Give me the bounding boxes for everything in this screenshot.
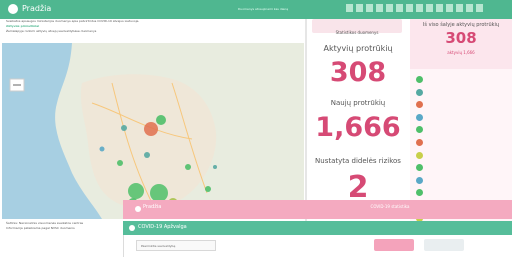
list-item[interactable]	[410, 98, 512, 110]
list-item[interactable]	[410, 86, 512, 98]
map-marker[interactable]	[205, 186, 211, 192]
list-item[interactable]	[410, 73, 512, 85]
list-dot-icon	[416, 126, 423, 134]
overlay-green-logo-icon	[129, 225, 135, 231]
map-marker[interactable]	[117, 160, 123, 166]
date-chip[interactable]	[376, 4, 383, 12]
date-chip[interactable]	[386, 4, 393, 12]
overlay-mid-label: COVID-19 statistika	[370, 204, 410, 209]
new-value: 1,666	[315, 112, 401, 143]
date-chip[interactable]	[416, 4, 423, 12]
list-item[interactable]	[410, 186, 512, 198]
map-marker[interactable]	[144, 122, 158, 136]
stats-header-label: Statistikos duomenys	[335, 30, 379, 35]
right-header: Iš viso šalyje aktyvių protrūkių 308 akt…	[410, 19, 512, 69]
list-item[interactable]	[410, 174, 512, 186]
list-dot-icon	[416, 138, 423, 146]
list-item[interactable]	[410, 161, 512, 173]
app-title: Pradžia	[22, 4, 52, 13]
new-label: Naujų protrūkių	[330, 99, 386, 107]
overlay-window-header[interactable]: Pradžia COVID-19 statistika	[123, 200, 512, 219]
intro-highlight: Aktyvūs pirmutiniai	[6, 24, 40, 28]
map-marker[interactable]	[99, 146, 105, 152]
list-dot-icon	[416, 189, 423, 197]
app-header: Pradžia Duomenys atnaujinami kas dieną	[0, 0, 512, 19]
list-dot-icon	[416, 101, 423, 109]
list-dot-icon	[416, 88, 423, 96]
map-marker[interactable]	[128, 183, 144, 199]
intro-line: Žemėlapyje rodomi aktyvių atvejų savival…	[6, 29, 97, 33]
map-marker[interactable]	[213, 165, 217, 169]
intro-text: Sveikatos apsaugos ministerijos duomenys…	[6, 19, 302, 41]
overlay-chip[interactable]	[424, 239, 464, 251]
date-selector[interactable]	[346, 4, 483, 12]
map-canvas[interactable]	[2, 43, 304, 219]
overlay-green-title: COVID-19 Apžvalga	[138, 224, 187, 230]
overlay-chip[interactable]	[374, 239, 414, 251]
date-chip[interactable]	[356, 4, 363, 12]
right-header-sub: aktyvių 1,666	[447, 50, 475, 55]
date-chip[interactable]	[366, 4, 373, 12]
app-logo-icon	[8, 4, 18, 14]
map-marker[interactable]	[156, 115, 166, 125]
date-chip[interactable]	[406, 4, 413, 12]
big-risk-label: Nustatyta didelės rizikos	[315, 157, 401, 165]
list-item[interactable]	[410, 111, 512, 123]
overlay-content: Pasirinkite savivaldybę	[123, 235, 512, 257]
municipality-select[interactable]: Pasirinkite savivaldybę	[136, 240, 216, 251]
list-item[interactable]	[410, 136, 512, 148]
date-chip[interactable]	[436, 4, 443, 12]
date-chip[interactable]	[466, 4, 473, 12]
user-menu[interactable]	[478, 4, 506, 14]
list-dot-icon	[416, 164, 423, 172]
map-view[interactable]	[2, 43, 304, 219]
list-item[interactable]	[410, 123, 512, 135]
date-chip[interactable]	[456, 4, 463, 12]
header-disclaimer: Duomenys atnaujinami kas dieną	[238, 7, 289, 11]
map-marker[interactable]	[185, 164, 191, 170]
main-window: Pradžia Duomenys atnaujinami kas dieną S…	[0, 0, 512, 257]
overlay-logo-icon	[135, 206, 141, 212]
active-label: Aktyvių protrūkių	[323, 44, 393, 53]
stats-header: Statistikos duomenys	[312, 19, 402, 35]
right-header-value: 308	[445, 29, 477, 47]
date-chip[interactable]	[446, 4, 453, 12]
list-dot-icon	[416, 113, 423, 121]
map-marker[interactable]	[121, 125, 127, 131]
map-marker[interactable]	[144, 152, 150, 158]
active-value: 308	[329, 57, 387, 88]
list-dot-icon	[416, 176, 423, 184]
date-chip[interactable]	[426, 4, 433, 12]
right-header-title: Iš viso šalyje aktyvių protrūkių	[422, 22, 500, 28]
overlay-green-header[interactable]: COVID-19 Apžvalga	[123, 221, 512, 235]
date-chip[interactable]	[396, 4, 403, 12]
list-item[interactable]	[410, 149, 512, 161]
date-chip[interactable]	[346, 4, 353, 12]
list-dot-icon	[416, 151, 423, 159]
overlay-title: Pradžia	[143, 204, 162, 210]
header-shade	[123, 200, 512, 219]
list-dot-icon	[416, 76, 423, 83]
